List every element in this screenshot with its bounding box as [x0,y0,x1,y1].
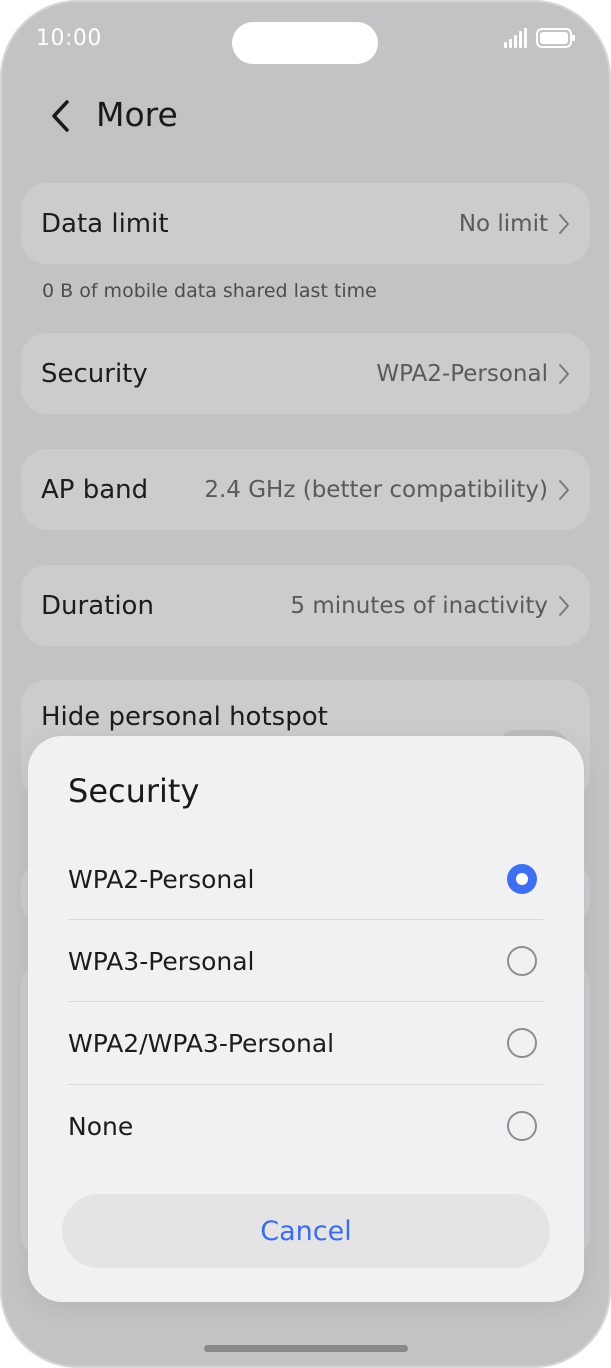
home-indicator[interactable] [204,1345,408,1352]
radio-unselected-icon[interactable] [507,1028,537,1058]
phone-screen: 10:00 More Data limit No limit 0 B of mo… [0,0,611,1368]
dynamic-island [232,22,378,64]
hide-hotspot-label: Hide personal hotspot [41,702,328,732]
status-time: 10:00 [36,26,102,51]
option-wpa2-personal[interactable]: WPA2-Personal [68,838,543,920]
radio-selected-icon[interactable] [507,864,537,894]
security-value: WPA2-Personal [376,360,548,387]
option-label: WPA2/WPA3-Personal [68,1028,335,1058]
chevron-right-icon [559,213,569,234]
chevron-right-icon [559,595,569,616]
option-none[interactable]: None [68,1085,543,1167]
chevron-left-icon [52,100,69,132]
page-title: More [96,95,178,134]
radio-unselected-icon[interactable] [507,946,537,976]
back-button[interactable] [42,96,78,136]
chevron-right-icon [559,479,569,500]
signal-icon [504,28,527,48]
duration-label: Duration [41,590,154,621]
option-wpa2-wpa3-personal[interactable]: WPA2/WPA3-Personal [68,1002,543,1084]
ap-band-row[interactable]: AP band 2.4 GHz (better compatibility) [21,449,590,530]
duration-value: 5 minutes of inactivity [290,592,548,619]
cancel-button[interactable]: Cancel [62,1194,550,1268]
duration-row[interactable]: Duration 5 minutes of inactivity [21,565,590,646]
chevron-right-icon [559,363,569,384]
security-row[interactable]: Security WPA2-Personal [21,333,590,414]
dialog-title: Security [68,772,200,810]
security-label: Security [41,358,148,389]
option-label: WPA3-Personal [68,946,255,976]
data-limit-value: No limit [458,210,548,237]
data-shared-hint: 0 B of mobile data shared last time [42,280,377,302]
option-label: WPA2-Personal [68,864,255,894]
ap-band-value: 2.4 GHz (better compatibility) [204,476,548,503]
data-limit-label: Data limit [41,208,169,239]
battery-icon [536,28,575,48]
option-wpa3-personal[interactable]: WPA3-Personal [68,920,543,1002]
ap-band-label: AP band [41,474,149,505]
radio-unselected-icon[interactable] [507,1111,537,1141]
data-limit-row[interactable]: Data limit No limit [21,183,590,264]
option-label: None [68,1111,134,1141]
security-dialog: Security WPA2-Personal WPA3-Personal WPA… [28,736,584,1302]
